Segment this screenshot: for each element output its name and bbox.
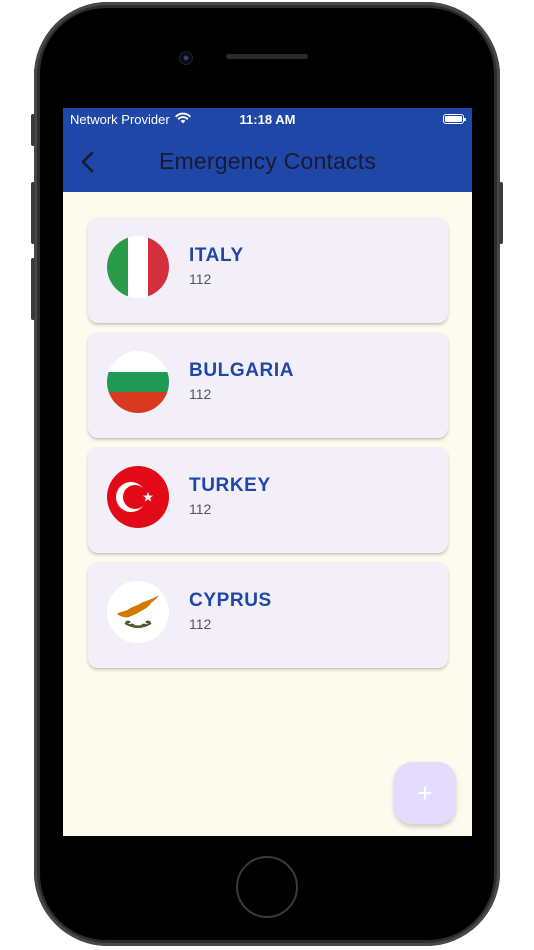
volume-down-button xyxy=(31,258,35,320)
app-bar: Emergency Contacts xyxy=(63,132,472,192)
status-bar: Network Provider 11:18 AM xyxy=(63,108,472,132)
cyprus-flag-icon xyxy=(107,581,169,643)
turkey-flag-icon xyxy=(107,466,169,528)
emergency-number: 112 xyxy=(189,501,212,517)
contact-card-cyprus[interactable]: CYPRUS 112 xyxy=(88,562,448,668)
country-name: TURKEY xyxy=(189,475,271,496)
earpiece-speaker xyxy=(226,54,308,59)
contact-card-italy[interactable]: ITALY 112 xyxy=(88,217,448,323)
country-name: ITALY xyxy=(189,245,244,266)
app-screen: Network Provider 11:18 AM Emergency Cont… xyxy=(63,108,472,836)
volume-up-button xyxy=(31,182,35,244)
country-name: BULGARIA xyxy=(189,360,295,381)
mute-switch xyxy=(31,114,35,146)
home-button[interactable] xyxy=(236,856,298,918)
power-button xyxy=(499,182,503,244)
contact-card-turkey[interactable]: TURKEY 112 xyxy=(88,447,448,553)
contact-list: ITALY 112 BULGARIA 112 TURKEY 112 CYPRUS… xyxy=(88,217,448,677)
battery-icon xyxy=(443,114,466,124)
add-contact-button[interactable]: + xyxy=(394,762,456,824)
bulgaria-flag-icon xyxy=(107,351,169,413)
country-name: CYPRUS xyxy=(189,590,272,611)
contact-card-bulgaria[interactable]: BULGARIA 112 xyxy=(88,332,448,438)
emergency-number: 112 xyxy=(189,616,212,632)
italy-flag-icon xyxy=(107,236,169,298)
front-camera xyxy=(180,52,192,64)
emergency-number: 112 xyxy=(189,386,212,402)
clock: 11:18 AM xyxy=(239,112,296,127)
plus-icon: + xyxy=(417,778,433,808)
page-title: Emergency Contacts xyxy=(158,148,377,174)
emergency-number: 112 xyxy=(189,271,212,287)
